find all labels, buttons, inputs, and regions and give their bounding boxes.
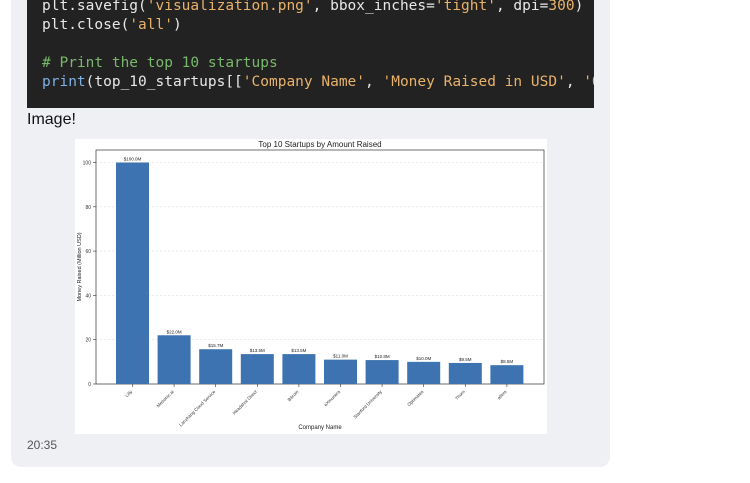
x-tick-label: Thorn bbox=[454, 389, 466, 401]
bar bbox=[199, 349, 233, 384]
code-line: plt.savefig('visualization.png', bbox_in… bbox=[42, 0, 583, 16]
code-token: (top_10_startups[[ bbox=[85, 74, 243, 90]
code-line: plt.close('all') bbox=[42, 16, 182, 35]
bar-data-label: $13.5M bbox=[250, 348, 265, 353]
bar bbox=[282, 354, 316, 384]
x-tick-label: atlers bbox=[496, 389, 508, 401]
code-token: # Print the top 10 startups bbox=[42, 55, 278, 71]
x-axis-label: Company Name bbox=[298, 425, 342, 431]
code-token: 300 bbox=[548, 0, 575, 14]
x-tick-label: Stanford University bbox=[352, 389, 383, 420]
bar-data-label: $10.0M bbox=[416, 356, 431, 361]
bar-data-label: $9.5M bbox=[459, 357, 472, 362]
bar-data-label: $8.5M bbox=[501, 359, 514, 364]
bar-data-label: $13.5M bbox=[291, 348, 306, 353]
code-token: 'Company Name' bbox=[242, 74, 366, 90]
bar bbox=[116, 162, 149, 384]
y-tick-label: 40 bbox=[85, 293, 91, 299]
chart-title: Top 10 Startups by Amount Raised bbox=[258, 140, 381, 149]
code-token: , bbox=[565, 74, 584, 90]
code-line: print(top_10_startups[['Company Name', '… bbox=[42, 73, 594, 92]
chart-image: 0 20 40 60 80 100 $100.0M Lilly $22.0M Metronic.a… bbox=[75, 139, 547, 434]
x-tick-label: Optimates bbox=[406, 389, 425, 408]
bar bbox=[240, 354, 274, 384]
bar bbox=[365, 360, 399, 384]
bar-data-label: $100.0M bbox=[124, 157, 142, 162]
code-token: ) bbox=[574, 0, 584, 14]
bar bbox=[490, 365, 524, 384]
code-line: # Print the top 10 startups bbox=[42, 54, 278, 73]
bar-data-label: $10.8M bbox=[375, 354, 390, 359]
x-tick-label: Bitcoin bbox=[287, 389, 300, 402]
code-token: 'Money Raised in USD' bbox=[382, 74, 566, 90]
bar-data-label: $11.0M bbox=[333, 354, 348, 359]
code-block: plt.savefig('visualization.png', bbox_in… bbox=[27, 0, 594, 108]
y-tick-label: 0 bbox=[88, 382, 91, 388]
bar bbox=[324, 359, 357, 384]
code-token: 'all' bbox=[129, 17, 173, 33]
code-token: 'visualization.png' bbox=[146, 0, 313, 14]
x-tick-label: Metronic.ai bbox=[156, 389, 175, 408]
bar-chart: 0 20 40 60 80 100 $100.0M Lilly $22.0M Metronic.a… bbox=[77, 140, 545, 431]
x-tick-label: Lilly bbox=[124, 389, 134, 399]
bar-data-label: $15.7M bbox=[208, 343, 223, 348]
code-token: 'Organizat bbox=[583, 74, 594, 90]
bar bbox=[448, 362, 482, 384]
code-token: plt.close( bbox=[42, 17, 130, 33]
code-token: , bbox=[365, 74, 383, 90]
y-tick-label: 60 bbox=[85, 249, 91, 255]
code-token: ) bbox=[172, 17, 182, 33]
y-tick-label: 100 bbox=[83, 161, 92, 167]
code-token: 'tight' bbox=[434, 0, 496, 14]
code-token: plt.savefig( bbox=[42, 0, 147, 14]
y-tick-label: 80 bbox=[85, 205, 91, 211]
x-tick-label: Headshot Direct bbox=[232, 389, 259, 416]
bar-data-label: $22.0M bbox=[167, 329, 182, 334]
y-axis-label: Money Raised (Million USD) bbox=[77, 232, 83, 301]
x-tick-label: Lanzhang Cloud Service bbox=[178, 389, 217, 428]
code-token: print bbox=[42, 74, 86, 90]
code-token: , dpi= bbox=[495, 0, 549, 14]
code-token: , bbox_inches= bbox=[312, 0, 435, 14]
y-tick-label: 20 bbox=[85, 338, 91, 344]
bar bbox=[407, 361, 441, 384]
x-tick-label: eXmunera bbox=[323, 389, 342, 408]
bar bbox=[157, 335, 191, 384]
message-timestamp: 20:35 bbox=[27, 438, 58, 452]
image-label: Image! bbox=[27, 111, 76, 128]
